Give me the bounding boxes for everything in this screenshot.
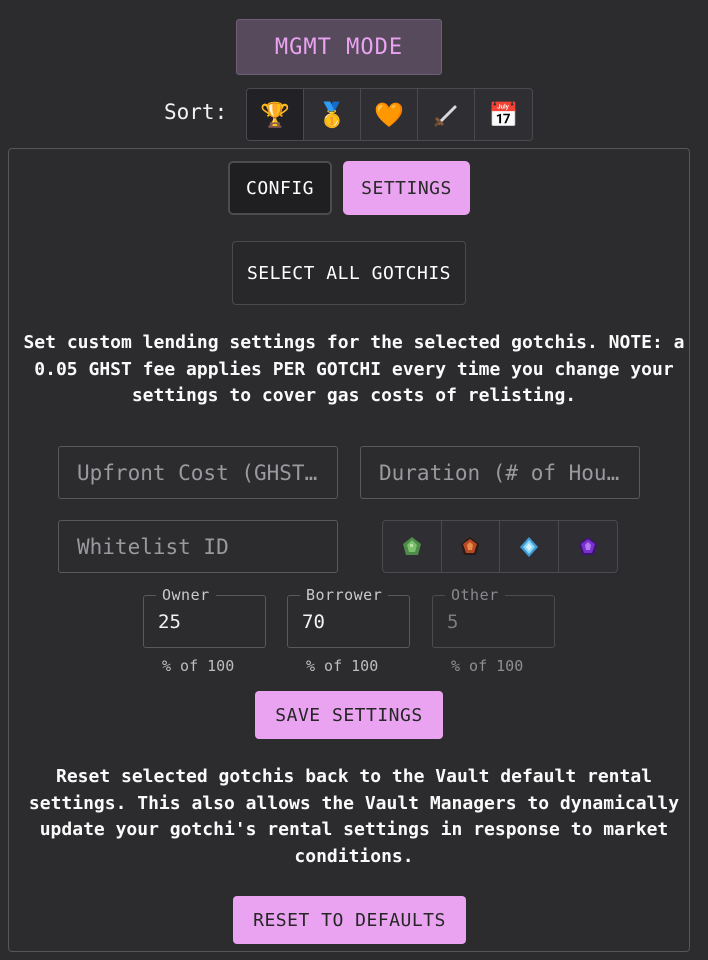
channel-orange-button[interactable]: [442, 521, 500, 572]
sort-by-sword-button[interactable]: [418, 89, 475, 140]
other-split-label: Other: [445, 586, 505, 604]
borrower-split-input[interactable]: Borrower 70: [287, 586, 410, 648]
owner-split-label: Owner: [156, 586, 216, 604]
other-split-value: 5: [447, 610, 459, 633]
app-root: MGMT MODE Sort: 🏆 🥇 🧡 📅 CONFIG SETTINGS …: [0, 0, 708, 960]
owner-split-help: % of 100: [162, 657, 235, 675]
channel-purple-button[interactable]: [559, 521, 618, 572]
sort-label: Sort:: [164, 100, 228, 124]
sort-by-medal-button[interactable]: 🥇: [304, 89, 361, 140]
orange-gem-icon: [461, 536, 480, 555]
reset-to-defaults-button[interactable]: RESET TO DEFAULTS: [233, 896, 466, 944]
upfront-cost-placeholder: Upfront Cost (GHST…: [77, 460, 318, 485]
whitelist-id-placeholder: Whitelist ID: [77, 534, 229, 559]
borrower-split-value: 70: [302, 610, 325, 633]
whitelist-id-input[interactable]: Whitelist ID: [58, 520, 338, 573]
duration-input[interactable]: Duration (# of Hou…: [360, 446, 640, 499]
sort-by-heart-button[interactable]: 🧡: [361, 89, 418, 140]
channel-toggle-group: [382, 520, 618, 573]
calendar-icon: 📅: [488, 100, 519, 129]
borrower-split-label: Borrower: [300, 586, 389, 604]
purple-gem-icon: [578, 536, 597, 555]
reset-description: Reset selected gotchis back to the Vault…: [28, 766, 680, 867]
heart-icon: 🧡: [374, 100, 404, 129]
sort-by-calendar-button[interactable]: 📅: [475, 89, 532, 140]
upfront-cost-input[interactable]: Upfront Cost (GHST…: [58, 446, 338, 499]
owner-split-value: 25: [158, 610, 181, 633]
sword-icon: [434, 105, 457, 126]
channel-green-button[interactable]: [383, 521, 442, 572]
tab-config[interactable]: CONFIG: [228, 161, 332, 215]
duration-placeholder: Duration (# of Hou…: [379, 460, 620, 485]
sort-button-group: 🏆 🥇 🧡 📅: [246, 88, 533, 141]
blue-gem-icon: [519, 536, 538, 557]
green-gem-icon: [402, 536, 421, 555]
medal-icon: 🥇: [317, 100, 347, 129]
save-settings-button[interactable]: SAVE SETTINGS: [255, 691, 443, 739]
borrower-split-help: % of 100: [306, 657, 379, 675]
tab-settings[interactable]: SETTINGS: [343, 161, 470, 215]
trophy-icon: 🏆: [260, 100, 290, 129]
channel-blue-button[interactable]: [500, 521, 559, 572]
other-split-input: Other 5: [432, 586, 555, 648]
select-all-gotchis-button[interactable]: SELECT ALL GOTCHIS: [232, 241, 466, 305]
sort-by-trophy-button[interactable]: 🏆: [247, 89, 304, 140]
lending-settings-description: Set custom lending settings for the sele…: [23, 332, 685, 406]
other-split-help: % of 100: [451, 657, 524, 675]
mgmt-mode-button[interactable]: MGMT MODE: [236, 19, 442, 75]
owner-split-input[interactable]: Owner 25: [143, 586, 266, 648]
